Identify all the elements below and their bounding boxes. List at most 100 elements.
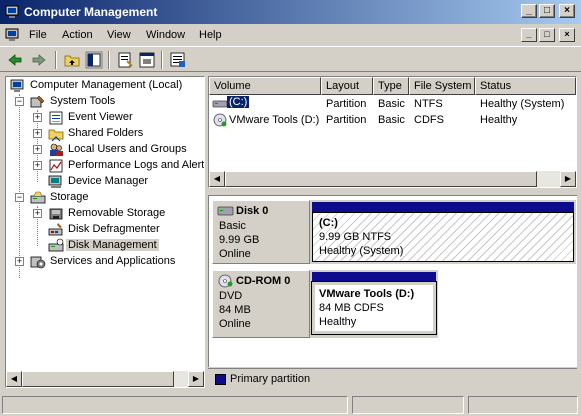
mdi-restore-button[interactable]: □ (539, 28, 555, 42)
disk-0-partitions: (C:) 9.99 GB NTFS Healthy (System) (310, 200, 576, 264)
column-header-file-system[interactable]: File System (409, 77, 475, 95)
toolbar-separator (55, 51, 57, 69)
collapse-icon[interactable]: − (15, 97, 24, 106)
title-bar[interactable]: Computer Management _ □ × (0, 0, 581, 24)
status-panel (352, 396, 464, 414)
expand-icon[interactable]: + (33, 161, 42, 170)
scroll-left-button[interactable]: ◀ (209, 171, 225, 187)
disk-management-icon (48, 238, 64, 252)
collapse-icon[interactable]: − (15, 193, 24, 202)
volume-file-system: NTFS (414, 98, 443, 110)
disk-name: CD-ROM 0 (236, 275, 291, 287)
volume-status: Healthy (480, 114, 518, 126)
close-button[interactable]: × (559, 4, 575, 18)
menu-file[interactable]: File (29, 29, 47, 41)
window-title: Computer Management (24, 5, 158, 19)
expand-icon[interactable]: + (33, 129, 42, 138)
partition-status: Healthy (System) (319, 245, 404, 257)
expand-icon[interactable]: + (33, 209, 42, 218)
partition-d[interactable]: VMware Tools (D:) 84 MB CDFS Healthy (311, 281, 437, 335)
tree-label: Event Viewer (68, 111, 133, 123)
status-panel (2, 396, 348, 414)
hard-disk-icon (212, 100, 228, 108)
volume-list[interactable]: Volume Layout Type File System Status (C… (208, 76, 577, 188)
mdi-minimize-button[interactable]: _ (521, 28, 537, 42)
cd-rom-icon (213, 113, 227, 127)
tree-label: Shared Folders (68, 127, 144, 139)
hard-disk-icon (217, 206, 234, 216)
volume-name-selected: (C:) (227, 96, 250, 108)
tree-label: Local Users and Groups (68, 143, 187, 155)
show-hide-tree-icon[interactable] (85, 51, 103, 69)
console-tree[interactable]: Computer Management (Local) − System Too… (5, 76, 205, 388)
menu-action[interactable]: Action (62, 29, 93, 41)
status-panel (468, 396, 578, 414)
tree-line (19, 94, 20, 278)
disk-defragmenter-icon (48, 223, 63, 236)
mdi-close-button[interactable]: × (559, 28, 575, 42)
disk-size: 84 MB (219, 304, 251, 316)
column-header-type[interactable]: Type (373, 77, 409, 95)
maximize-button[interactable]: □ (539, 4, 555, 18)
expand-icon[interactable]: + (33, 145, 42, 154)
partition-c[interactable]: (C:) 9.99 GB NTFS Healthy (System) (312, 212, 574, 262)
services-applications-icon (30, 256, 46, 269)
storage-icon (30, 191, 46, 204)
volume-layout: Partition (326, 98, 367, 110)
partition-label: (C:) (319, 217, 338, 229)
column-header-status[interactable]: Status (475, 77, 576, 95)
menu-view[interactable]: View (107, 29, 131, 41)
scroll-right-button[interactable]: ▶ (188, 371, 204, 387)
expand-icon[interactable]: + (15, 257, 24, 266)
mmc-console-icon[interactable] (4, 27, 20, 43)
scroll-left-button[interactable]: ◀ (6, 371, 22, 387)
tree-label: System Tools (50, 95, 116, 107)
expand-icon[interactable]: + (33, 113, 42, 122)
toolbar-separator (108, 51, 110, 69)
menu-window[interactable]: Window (146, 29, 185, 41)
status-bar (0, 394, 581, 416)
removable-storage-icon (49, 208, 63, 220)
back-arrow-icon[interactable] (6, 51, 24, 69)
disk-graphical-view[interactable]: Disk 0 Basic 9.99 GB Online (C:) 9.99 GB… (208, 195, 577, 367)
column-header-volume[interactable]: Volume (209, 77, 321, 95)
volume-layout: Partition (326, 114, 367, 126)
tree-horizontal-scrollbar[interactable]: ◀ ▶ (6, 371, 204, 387)
scroll-thumb[interactable] (225, 171, 537, 187)
cd-rom-icon (218, 274, 233, 288)
users-icon (50, 143, 63, 156)
partition-color-bar (312, 272, 436, 282)
scroll-right-button[interactable]: ▶ (560, 171, 576, 187)
toolbar (0, 46, 581, 72)
forward-arrow-icon[interactable] (30, 51, 48, 69)
disk-size: 9.99 GB (219, 234, 260, 246)
export-list-icon[interactable] (169, 51, 187, 69)
volume-type: Basic (378, 114, 405, 126)
computer-management-icon (10, 79, 24, 92)
system-tools-icon (30, 95, 45, 108)
cd-rom-0-partitions: VMware Tools (D:) 84 MB CDFS Healthy (310, 270, 438, 338)
menu-help[interactable]: Help (199, 29, 222, 41)
tree-label: Performance Logs and Alerts (68, 159, 205, 171)
performance-logs-icon (49, 159, 63, 173)
cd-rom-0-info[interactable]: CD-ROM 0 DVD 84 MB Online (212, 270, 310, 338)
column-header-layout[interactable]: Layout (321, 77, 373, 95)
primary-partition-swatch (215, 374, 226, 385)
scroll-thumb[interactable] (22, 371, 174, 387)
up-folder-icon[interactable] (63, 51, 81, 69)
properties-icon[interactable] (116, 51, 134, 69)
volume-list-horizontal-scrollbar[interactable]: ◀ ▶ (209, 171, 576, 187)
minimize-button[interactable]: _ (521, 4, 537, 18)
disk-0-info[interactable]: Disk 0 Basic 9.99 GB Online (212, 200, 310, 264)
event-viewer-icon (49, 111, 63, 125)
disk-kind: Basic (219, 220, 246, 232)
tree-label: Removable Storage (68, 207, 166, 219)
partition-label: VMware Tools (D:) (319, 288, 415, 300)
tree-label: Disk Defragmenter (68, 223, 160, 235)
disk-kind: DVD (219, 290, 243, 302)
computer-management-icon (5, 5, 19, 18)
disk-name: Disk 0 (236, 205, 269, 217)
help-icon[interactable] (138, 51, 156, 69)
tree-label: Computer Management (Local) (30, 79, 183, 91)
partition-detail: 84 MB CDFS (319, 302, 384, 314)
